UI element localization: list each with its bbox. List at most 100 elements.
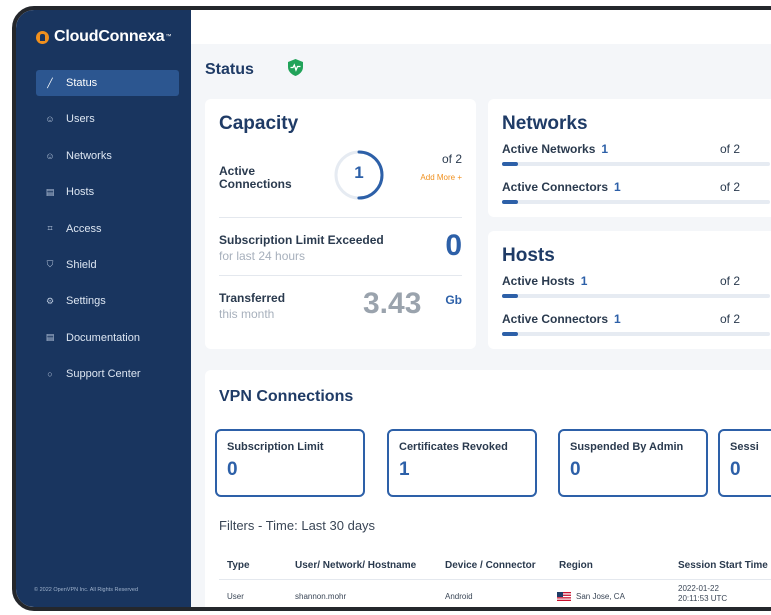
stat-value: 0 <box>730 459 741 480</box>
stat-certificates-revoked[interactable]: Certificates Revoked 1 <box>387 429 537 497</box>
chart-line-icon: ╱ <box>47 77 53 88</box>
chat-icon: ○ <box>47 369 53 380</box>
active-connections-value: 1 <box>354 163 364 182</box>
stat-suspended-by-admin[interactable]: Suspended By Admin 0 <box>558 429 708 497</box>
hosts-title: Hosts <box>502 245 555 266</box>
openvpn-logo-icon <box>36 30 49 44</box>
stat-sessions[interactable]: Sessi 0 <box>718 429 771 497</box>
transferred-label: Transferred <box>219 291 286 305</box>
progress-fill <box>502 332 519 336</box>
logo-trademark: ™ <box>165 34 172 40</box>
active-networks-label: Active Networks 1 <box>502 142 608 156</box>
sidebar-item-label: Status <box>66 77 98 89</box>
column-header-name[interactable]: User/ Network/ Hostname <box>295 560 416 571</box>
column-header-type[interactable]: Type <box>227 560 250 571</box>
sidebar-item-access[interactable]: ⌗ Access <box>36 216 179 242</box>
stat-value: 0 <box>227 459 238 480</box>
logo-text: CloudConnexa <box>54 28 165 45</box>
metric-name: Active Connectors <box>502 312 609 326</box>
divider <box>219 217 462 218</box>
sidebar-item-hosts[interactable]: ▤ Hosts <box>36 179 179 205</box>
progress-bar <box>502 200 770 204</box>
region-text: San Jose, CA <box>576 592 625 601</box>
sidebar-item-label: Hosts <box>66 186 95 199</box>
transferred-unit: Gb <box>445 293 462 307</box>
session-date: 2022-01-22 <box>678 584 719 593</box>
cell-device: Android <box>445 592 473 601</box>
cell-region: San Jose, CA <box>557 592 625 602</box>
active-connections-label: Active Connections <box>219 164 292 191</box>
app-window: CloudConnexa ™ ╱ Status ☺ Users ☺ Networ… <box>12 6 771 611</box>
sidebar-item-users[interactable]: ☺ Users <box>36 106 179 132</box>
divider <box>219 275 462 276</box>
sidebar-item-settings[interactable]: ⚙ Settings <box>36 288 179 314</box>
metric-value: 1 <box>580 274 588 288</box>
stat-label: Sessi <box>730 441 759 453</box>
filters-label[interactable]: Filters - Time: Last 30 days <box>219 518 375 533</box>
cell-name: shannon.mohr <box>295 592 347 601</box>
add-more-link[interactable]: Add More + <box>420 173 462 182</box>
shield-heartbeat-icon <box>288 59 303 76</box>
active-connections-of: of 2 <box>441 152 462 166</box>
sidebar-item-label: Settings <box>66 295 106 308</box>
capacity-card: Capacity Active Connections 1 of 2 Add M… <box>205 99 476 349</box>
progress-bar <box>502 162 770 166</box>
transferred-value: 3.43 <box>363 287 422 320</box>
metric-name: Active Networks <box>502 142 596 156</box>
networks-card: Networks Active Networks 1 of 2 Active Co… <box>488 99 771 217</box>
logo[interactable]: CloudConnexa ™ <box>36 28 172 46</box>
sidebar-item-status[interactable]: ╱ Status <box>36 70 179 96</box>
progress-bar <box>502 294 770 298</box>
metric-of: of 2 <box>720 274 741 288</box>
us-flag-icon <box>557 592 571 602</box>
metric-of: of 2 <box>720 180 741 194</box>
metric-of: of 2 <box>720 142 741 156</box>
cell-session-start: 2022-01-22 20:11:53 UTC <box>678 584 727 604</box>
gear-icon: ⚙ <box>45 295 55 306</box>
metric-of: of 2 <box>720 312 741 326</box>
access-icon: ⌗ <box>47 223 53 234</box>
table-divider <box>219 579 771 580</box>
hosts-card: Hosts Active Hosts 1 of 2 Active Connecto… <box>488 231 771 349</box>
stat-subscription-limit[interactable]: Subscription Limit 0 <box>215 429 365 497</box>
sidebar-nav: ╱ Status ☺ Users ☺ Networks ▤ Hosts ⌗ Ac… <box>36 70 179 398</box>
metric-name: Active Hosts <box>502 274 575 288</box>
active-connectors-label: Active Connectors 1 <box>502 312 621 326</box>
copyright: © 2022 OpenVPN Inc. All Rights Reserved <box>34 587 139 593</box>
page-title: Status <box>205 61 254 78</box>
sidebar-item-support-center[interactable]: ○ Support Center <box>36 361 179 387</box>
cell-type: User <box>227 592 244 601</box>
network-icon: ☺ <box>45 150 55 161</box>
sidebar-item-documentation[interactable]: ▤ Documentation <box>36 325 179 351</box>
sidebar-item-label: Access <box>66 222 102 235</box>
main-content: Status Capacity Active Connections 1 of … <box>191 44 771 607</box>
vpn-connections-title: VPN Connections <box>219 388 354 405</box>
sidebar-item-label: Support Center <box>66 368 141 381</box>
networks-title: Networks <box>502 113 588 134</box>
subscription-limit-value: 0 <box>445 229 462 262</box>
column-header-region[interactable]: Region <box>559 560 593 571</box>
active-connectors-label: Active Connectors 1 <box>502 180 621 194</box>
sidebar-item-label: Users <box>66 113 95 126</box>
progress-fill <box>502 200 519 204</box>
metric-value: 1 <box>614 312 621 326</box>
stat-label: Suspended By Admin <box>570 441 684 453</box>
column-header-session-start[interactable]: Session Start Time <box>678 560 768 571</box>
server-icon: ▤ <box>45 186 55 197</box>
progress-bar <box>502 332 770 336</box>
metric-value: 1 <box>601 142 609 156</box>
subscription-limit-label: Subscription Limit Exceeded <box>219 233 384 247</box>
stat-value: 0 <box>570 459 581 480</box>
metric-name: Active Connectors <box>502 180 609 194</box>
top-bar <box>191 10 771 44</box>
sidebar-item-networks[interactable]: ☺ Networks <box>36 143 179 169</box>
column-header-device[interactable]: Device / Connector <box>445 560 536 571</box>
sidebar-item-shield[interactable]: ⛉ Shield <box>36 252 179 278</box>
progress-fill <box>502 162 519 166</box>
session-time: 20:11:53 UTC <box>678 594 728 603</box>
sidebar: CloudConnexa ™ ╱ Status ☺ Users ☺ Networ… <box>16 10 191 607</box>
vpn-connections-card: VPN Connections Subscription Limit 0 Cer… <box>205 370 771 607</box>
stat-value: 1 <box>399 459 410 480</box>
transferred-sub: this month <box>219 307 275 321</box>
subscription-limit-sub: for last 24 hours <box>219 249 306 263</box>
